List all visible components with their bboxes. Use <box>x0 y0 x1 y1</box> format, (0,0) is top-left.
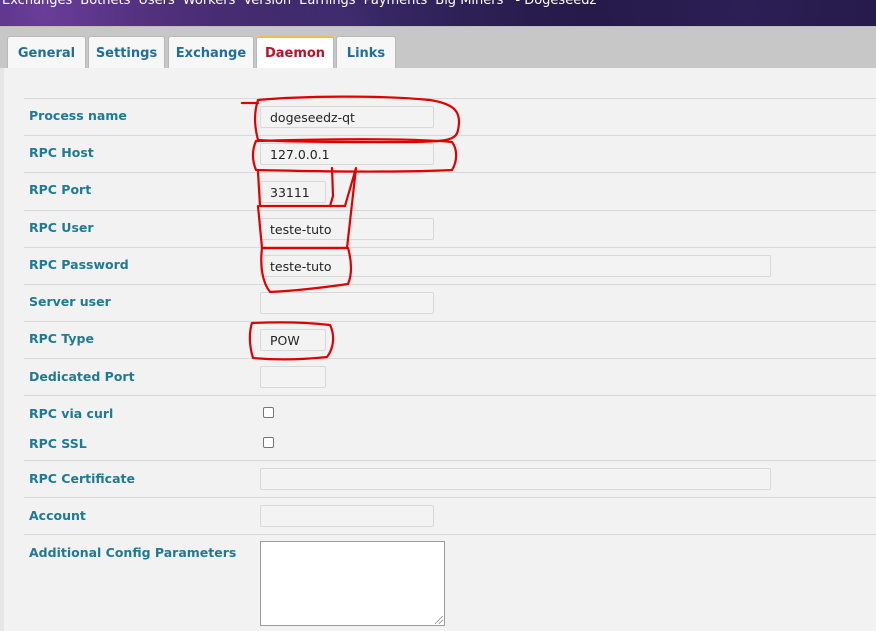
row-process-name: Process name <box>24 98 876 135</box>
top-banner: Exchanges Botnets Users Workers Version … <box>0 0 876 26</box>
row-rpc-type: RPC Type <box>24 321 876 358</box>
rpc-type-input[interactable] <box>260 329 326 351</box>
dedicated-port-label: Dedicated Port <box>29 369 135 384</box>
tab-strip: General Settings Exchange Daemon Links <box>0 26 876 69</box>
account-label: Account <box>29 508 86 523</box>
row-rpc-password: RPC Password <box>24 247 876 284</box>
top-nav: Exchanges Botnets Users Workers Version … <box>2 0 604 8</box>
server-user-label: Server user <box>29 294 111 309</box>
additional-config-textarea[interactable] <box>260 541 445 626</box>
row-rpc-user: RPC User <box>24 210 876 247</box>
nav-users[interactable]: Users <box>138 0 174 8</box>
row-rpc-port: RPC Port <box>24 172 876 210</box>
row-rpc-via-curl: RPC via curl <box>24 395 876 426</box>
tab-links[interactable]: Links <box>336 36 396 69</box>
row-rpc-host: RPC Host <box>24 135 876 172</box>
nav-botnets[interactable]: Botnets <box>80 0 130 8</box>
rpc-user-input[interactable] <box>260 218 434 240</box>
resize-grip-icon[interactable] <box>435 616 443 624</box>
rpc-ssl-label: RPC SSL <box>29 436 87 451</box>
rpc-port-input[interactable] <box>260 181 326 203</box>
nav-big-miners[interactable]: Big Miners <box>435 0 503 8</box>
rpc-user-label: RPC User <box>29 220 94 235</box>
rpc-port-label: RPC Port <box>29 182 92 197</box>
rpc-certificate-input[interactable] <box>260 468 771 490</box>
nav-payments[interactable]: Payments <box>364 0 428 8</box>
nav-earnings[interactable]: Earnings <box>299 0 355 8</box>
tab-exchange[interactable]: Exchange <box>168 36 254 69</box>
dedicated-port-input[interactable] <box>260 366 326 388</box>
server-user-input[interactable] <box>260 292 434 314</box>
rpc-ssl-checkbox[interactable] <box>263 437 274 448</box>
row-account: Account <box>24 497 876 534</box>
account-input[interactable] <box>260 505 434 527</box>
nav-workers[interactable]: Workers <box>183 0 236 8</box>
rpc-host-input[interactable] <box>260 143 434 165</box>
rpc-host-label: RPC Host <box>29 145 94 160</box>
rpc-type-label: RPC Type <box>29 331 94 346</box>
tab-daemon[interactable]: Daemon <box>256 36 334 69</box>
tab-settings[interactable]: Settings <box>88 36 165 69</box>
row-additional-config: Additional Config Parameters <box>24 534 876 631</box>
rpc-certificate-label: RPC Certificate <box>29 471 135 486</box>
tab-general[interactable]: General <box>7 36 86 69</box>
process-name-label: Process name <box>29 108 127 123</box>
row-rpc-certificate: RPC Certificate <box>24 460 876 497</box>
rpc-via-curl-checkbox[interactable] <box>263 407 274 418</box>
rpc-password-input[interactable] <box>260 255 771 277</box>
row-rpc-ssl: RPC SSL <box>24 426 876 460</box>
site-title: - Dogeseedz <box>515 0 597 8</box>
daemon-panel: Process name RPC Host RPC Port RPC User … <box>4 68 876 631</box>
row-dedicated-port: Dedicated Port <box>24 358 876 395</box>
row-server-user: Server user <box>24 284 876 321</box>
nav-exchanges[interactable]: Exchanges <box>2 0 72 8</box>
rpc-password-label: RPC Password <box>29 257 129 272</box>
additional-config-label: Additional Config Parameters <box>29 545 237 560</box>
rpc-via-curl-label: RPC via curl <box>29 406 114 421</box>
nav-version[interactable]: Version <box>243 0 291 8</box>
process-name-input[interactable] <box>260 106 434 128</box>
